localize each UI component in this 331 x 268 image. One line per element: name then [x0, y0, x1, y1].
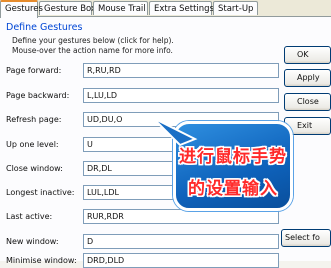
row-label-longest-inactive: Longest inactive:: [6, 188, 75, 197]
group-description-2: Mouse-over the action name for more info…: [12, 46, 173, 55]
tab-mouse-trail[interactable]: Mouse Trail: [93, 1, 148, 15]
row-label-refresh-page: Refresh page:: [6, 115, 62, 124]
apply-button[interactable]: Apply: [284, 69, 331, 87]
tab-extra-settings[interactable]: Extra Settings: [149, 1, 214, 15]
row-label-new-window: New window:: [6, 237, 59, 246]
callout-pointer: [152, 117, 198, 147]
group-description-1: Define your gestures below (click for he…: [12, 36, 174, 45]
last-active-input[interactable]: RUR,RDR: [83, 209, 279, 224]
row-label-last-active: Last active:: [6, 212, 53, 221]
new-window-input[interactable]: D: [83, 234, 279, 249]
close-button[interactable]: Close: [284, 93, 331, 111]
callout-line-2: 的设置输入: [188, 179, 278, 199]
tab-gestures[interactable]: Gestures: [0, 0, 43, 18]
page-backward-input[interactable]: L,LU,LD: [83, 88, 279, 103]
row-label-up-one-level: Up one level:: [6, 140, 59, 149]
row-label-close-window: Close window:: [6, 164, 63, 173]
page-forward-input[interactable]: R,RU,RD: [83, 63, 279, 78]
tab-start-up[interactable]: Start-Up: [213, 1, 258, 15]
select-font-button[interactable]: Select fo: [281, 229, 331, 247]
row-label-page-forward: Page forward:: [6, 66, 62, 75]
tab-gesture-box[interactable]: Gesture Box: [39, 1, 96, 15]
group-title: Define Gestures: [6, 22, 83, 33]
tab-strip: Gestures Gesture Box Mouse Trail Extra S…: [0, 0, 331, 18]
row-label-page-backward: Page backward:: [6, 91, 70, 100]
ok-button[interactable]: OK: [284, 46, 331, 64]
